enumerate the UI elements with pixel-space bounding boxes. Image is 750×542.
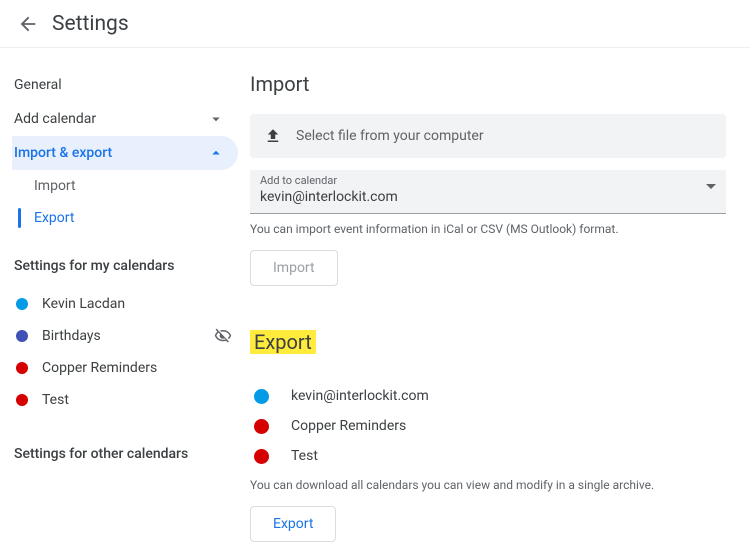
visibility-off-icon	[214, 327, 232, 345]
dropdown-triangle-icon	[706, 184, 716, 189]
add-to-calendar-select[interactable]: Add to calendar kevin@interlockit.com	[250, 170, 726, 214]
export-calendar-row: Test	[250, 442, 726, 470]
calendar-label: Test	[42, 392, 232, 408]
calendar-color-dot	[16, 362, 28, 374]
sidebar-section-other-calendars: Settings for other calendars	[14, 446, 250, 462]
select-label: Add to calendar	[260, 174, 716, 187]
import-help-text: You can import event information in iCal…	[250, 222, 726, 236]
sidebar-calendar-item[interactable]: Copper Reminders	[12, 352, 250, 384]
sidebar-item-label: Import & export	[14, 145, 206, 161]
export-heading: Export	[250, 330, 316, 354]
select-file-button[interactable]: Select file from your computer	[250, 114, 726, 158]
sidebar-calendar-item[interactable]: Test	[12, 384, 250, 416]
sidebar-item-label: Export	[34, 210, 226, 226]
calendar-color-dot	[16, 298, 28, 310]
sidebar-item-add-calendar[interactable]: Add calendar	[12, 102, 238, 136]
arrow-left-icon	[17, 13, 39, 35]
export-calendar-row: kevin@interlockit.com	[250, 382, 726, 410]
calendar-label: kevin@interlockit.com	[291, 388, 429, 404]
calendar-label: Birthdays	[42, 328, 214, 344]
calendar-label: Test	[291, 448, 318, 464]
select-value: kevin@interlockit.com	[260, 189, 716, 205]
export-calendar-row: Copper Reminders	[250, 412, 726, 440]
calendar-color-dot	[16, 330, 28, 342]
import-heading: Import	[250, 72, 726, 96]
calendar-color-dot	[254, 419, 269, 434]
calendar-label: Copper Reminders	[291, 418, 406, 434]
import-button[interactable]: Import	[250, 250, 338, 286]
sidebar-item-label: Add calendar	[14, 111, 206, 127]
back-button[interactable]	[10, 6, 46, 42]
calendar-color-dot	[254, 389, 269, 404]
sidebar-calendar-item[interactable]: Kevin Lacdan	[12, 288, 250, 320]
chevron-down-icon	[206, 109, 226, 129]
sidebar-subitem-import[interactable]: Import	[12, 170, 238, 202]
sidebar-item-general[interactable]: General	[12, 68, 238, 102]
upload-icon	[264, 127, 282, 145]
sidebar-section-my-calendars: Settings for my calendars	[14, 258, 250, 274]
calendar-label: Kevin Lacdan	[42, 296, 232, 312]
main-content: Import Select file from your computer Ad…	[250, 68, 750, 542]
settings-sidebar: General Add calendar Import & export Imp…	[0, 68, 250, 542]
chevron-up-icon	[206, 143, 226, 163]
calendar-label: Copper Reminders	[42, 360, 232, 376]
export-button[interactable]: Export	[250, 506, 336, 542]
calendar-color-dot	[254, 449, 269, 464]
settings-header: Settings	[0, 0, 750, 48]
sidebar-calendar-item[interactable]: Birthdays	[12, 320, 250, 352]
sidebar-item-label: General	[14, 77, 226, 93]
calendar-color-dot	[16, 394, 28, 406]
sidebar-item-import-export[interactable]: Import & export	[12, 136, 238, 170]
sidebar-item-label: Import	[34, 178, 226, 194]
page-title: Settings	[52, 12, 129, 36]
sidebar-subitem-export[interactable]: Export	[12, 202, 238, 234]
select-file-label: Select file from your computer	[296, 128, 484, 144]
export-help-text: You can download all calendars you can v…	[250, 478, 726, 492]
